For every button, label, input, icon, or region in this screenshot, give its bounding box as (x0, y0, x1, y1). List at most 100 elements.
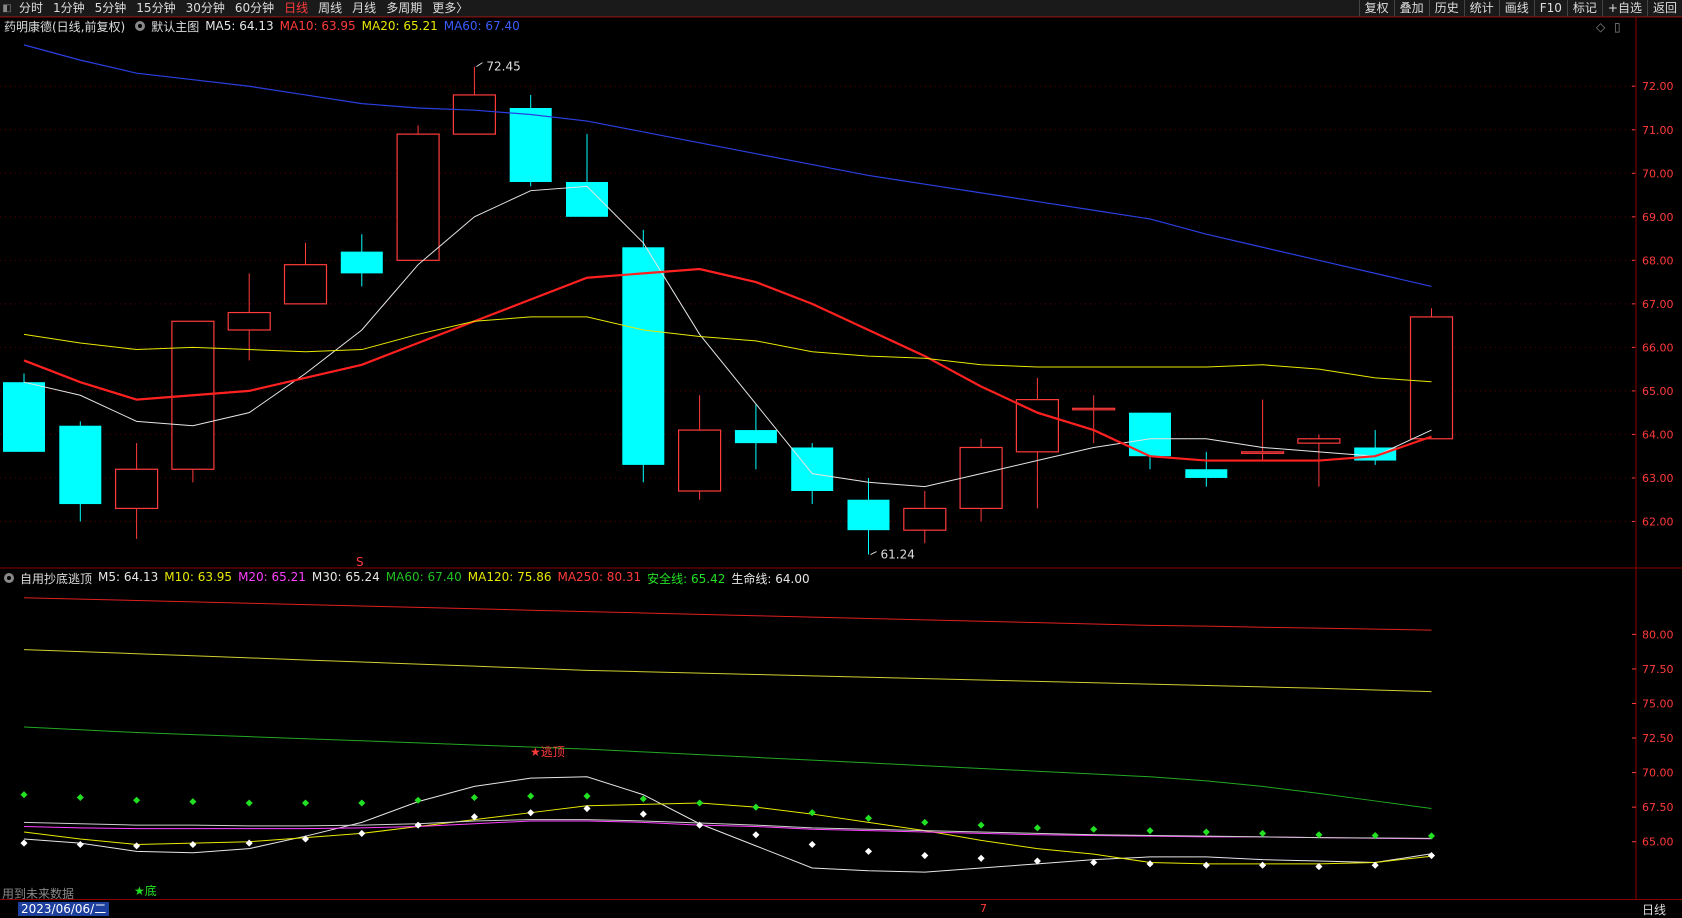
life-line-dot (864, 847, 873, 855)
life-line-dot (1427, 851, 1436, 860)
sub-y-tick-label: 70.00 (1642, 767, 1674, 780)
life-line-dot (245, 839, 253, 847)
sell-marker: S (356, 555, 364, 569)
escape-top-signal: ★逃顶 (530, 745, 565, 759)
life-line-dot (20, 839, 28, 847)
ma-line-ma10 (23, 267, 1432, 462)
candle-body (847, 499, 890, 531)
ma-line-ma5 (23, 185, 1432, 488)
candle-body (791, 447, 834, 492)
safety-line-dot (583, 792, 591, 800)
safety-line-dot (808, 809, 816, 817)
candle-body (959, 446, 1003, 510)
candle-body (903, 507, 947, 531)
candle-body (1409, 316, 1454, 440)
sub-line-m10 (23, 802, 1432, 865)
y-tick-label: 72.00 (1642, 80, 1674, 93)
safety-line-dot (1033, 824, 1041, 832)
safety-line-dot (358, 799, 366, 807)
life-line-dot (921, 851, 929, 860)
time-axis-bar (0, 899, 1682, 917)
safety-line-dot (189, 798, 197, 806)
y-tick-label: 62.00 (1642, 515, 1674, 528)
life-line-dot (1146, 860, 1154, 868)
sub-y-tick-label: 65.00 (1642, 836, 1674, 849)
candle-body (1185, 469, 1228, 478)
high-price-label: 72.45 (486, 60, 520, 74)
candle-body (1240, 451, 1285, 454)
sub-line-ma60 (23, 726, 1432, 810)
safety-line-dot (527, 792, 535, 800)
bottom-signal: ★底 (134, 883, 157, 898)
y-tick-label: 71.00 (1642, 124, 1674, 137)
safety-line-dot (696, 799, 704, 807)
safety-line-dot (470, 793, 478, 802)
safety-line-dot (245, 799, 253, 807)
y-tick-label: 66.00 (1642, 341, 1674, 354)
safety-line-dot (1259, 829, 1267, 837)
life-line-dot (189, 840, 197, 849)
safety-line-dot (864, 814, 873, 822)
sub-y-tick-label: 80.00 (1642, 628, 1674, 641)
candle-body (3, 382, 45, 452)
y-tick-label: 67.00 (1642, 298, 1674, 311)
safety-line-dot (20, 791, 28, 799)
window-toggle-icon[interactable]: ▯ (1614, 20, 1621, 34)
candle-body (283, 264, 328, 305)
y-tick-label: 65.00 (1642, 385, 1674, 398)
safety-line-dot (1202, 828, 1210, 836)
safety-line-dot (301, 799, 310, 807)
candle-body (452, 94, 496, 135)
kline-chart[interactable]: 62.00 63.00 64.00 65.00 66.00 67.00 68.00 69.00… (0, 0, 1682, 916)
candle-body (509, 107, 552, 182)
y-tick-label: 68.00 (1642, 254, 1674, 267)
life-line-dot (358, 829, 366, 837)
life-line-dot (977, 854, 985, 862)
low-price-label: 61.24 (881, 548, 915, 562)
current-period[interactable]: 日线 (1642, 901, 1666, 918)
ma-line-ma60 (23, 44, 1432, 288)
sub-y-tick-label: 67.50 (1642, 801, 1674, 814)
sub-y-tick-label: 75.00 (1642, 697, 1674, 710)
y-tick-label: 70.00 (1642, 167, 1674, 180)
safety-line-dot (977, 821, 985, 829)
safety-line-dot (76, 793, 84, 802)
candle-body (59, 425, 102, 505)
candle-body (1015, 399, 1060, 453)
candle-body (1297, 438, 1341, 444)
safety-line-dot (752, 803, 760, 811)
y-tick-label: 69.00 (1642, 211, 1674, 224)
y-tick-label: 64.00 (1642, 428, 1674, 441)
candle-body (340, 251, 383, 274)
sub-y-tick-label: 72.50 (1642, 732, 1674, 745)
safety-line-dot (921, 818, 929, 826)
cursor-date: 2023/06/06/二 (18, 902, 110, 916)
safety-line-dot (133, 796, 141, 804)
life-line-dot (808, 840, 816, 849)
sub-line-ma120 (23, 649, 1432, 693)
candle-body (734, 430, 777, 444)
life-line-dot (1259, 861, 1267, 869)
candle-body (227, 311, 271, 331)
sub-y-tick-label: 77.50 (1642, 663, 1674, 676)
high-marker-arrow (476, 62, 483, 68)
low-marker-arrow (870, 551, 877, 556)
month-tick-label: 7 (980, 902, 987, 915)
safety-line-dot (1146, 827, 1154, 835)
life-line-dot (527, 809, 535, 817)
candle-body (622, 247, 665, 465)
life-line-dot (133, 842, 141, 850)
life-line-dot (414, 821, 422, 829)
diamond-icon[interactable]: ◇ (1596, 20, 1605, 34)
life-line-dot (76, 840, 84, 849)
safety-line-dot (1090, 825, 1098, 833)
candle-body (677, 429, 722, 492)
candle-body (396, 133, 440, 261)
candle-body (1072, 407, 1116, 411)
life-line-dot (639, 810, 647, 818)
candle-body (114, 468, 159, 510)
life-line-dot (752, 831, 760, 839)
y-tick-label: 63.00 (1642, 472, 1674, 485)
sub-line-ma250 (23, 597, 1432, 631)
life-line-dot (1202, 861, 1210, 869)
